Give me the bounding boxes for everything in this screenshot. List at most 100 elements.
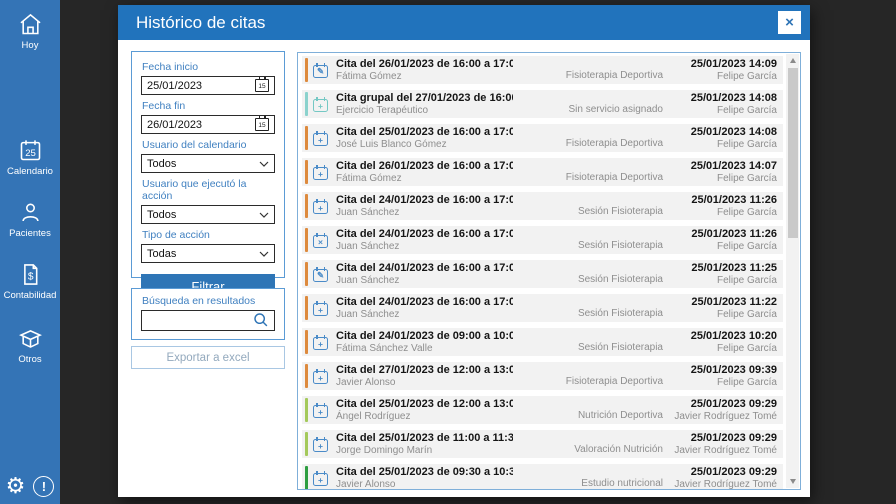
appointment-row[interactable]: + Cita del 24/01/2023 de 09:00 a 10:00 c… [302,328,783,356]
patients-icon [0,199,60,226]
search-input[interactable] [141,310,275,331]
appointment-user: Javier Rodríguez Tomé [674,444,777,456]
appointment-row[interactable]: ✎ Cita del 24/01/2023 de 16:00 a 17:00 m… [302,260,783,288]
appointment-person: Fátima Gómez [336,172,402,184]
appointment-calendar-icon: + [313,130,328,146]
date-picker-icon[interactable]: 15 [255,77,269,92]
appointment-user: Felipe García [716,206,777,218]
sidebar-item-otros[interactable]: Otros [0,325,60,365]
tipo-accion-select[interactable]: Todas [141,244,275,263]
fecha-inicio-value: 25/01/2023 [147,79,203,92]
sidebar-item-label: Contabilidad [3,290,57,301]
scroll-down-icon[interactable] [786,475,799,488]
appointment-datetime: 25/01/2023 11:25 [691,261,777,274]
appointment-title: Cita del 27/01/2023 de 12:00 a 13:00 cre… [336,363,513,376]
fecha-fin-input[interactable]: 26/01/2023 15 [141,115,275,134]
list-scrollbar[interactable] [786,54,799,488]
appointment-datetime: 25/01/2023 14:08 [690,125,777,138]
appointment-row[interactable]: + Cita del 24/01/2023 de 16:00 a 17:00 c… [302,192,783,220]
icon-action-symbol: + [318,134,323,145]
appointment-row[interactable]: + Cita del 25/01/2023 de 11:00 a 11:30 c… [302,430,783,458]
appointment-service: Sin servicio asignado [568,104,664,115]
appointment-title: Cita del 24/01/2023 de 16:00 a 17:00 eli… [336,227,513,240]
appointment-service: Fisioterapia Deportiva [565,138,663,149]
appointment-user: Javier Rodríguez Tomé [674,410,777,422]
appointment-title: Cita del 25/01/2023 de 09:30 a 10:30 cre… [336,465,513,478]
appointment-user: Felipe García [716,342,777,354]
appointment-title: Cita del 24/01/2023 de 09:00 a 10:00 cre… [336,329,513,342]
appointment-row[interactable]: + Cita del 27/01/2023 de 12:00 a 13:00 c… [302,362,783,390]
usuario-accion-value: Todos [147,208,177,221]
icon-action-symbol: × [318,236,323,247]
row-accent-bar [305,466,308,489]
appointment-datetime: 25/01/2023 10:20 [690,329,777,342]
appointment-calendar-icon: + [313,402,328,418]
sidebar-item-label: Pacientes [9,228,51,239]
appointment-person: Ángel Rodríguez [336,410,411,422]
sidebar-item-pacientes[interactable]: Pacientes [0,199,60,239]
appointment-user: Felipe García [716,70,777,82]
list-panel: ✎ Cita del 26/01/2023 de 16:00 a 17:00 m… [297,52,801,490]
appointment-calendar-icon: + [313,300,328,316]
search-icon[interactable] [252,311,269,331]
appointment-datetime: 25/01/2023 09:29 [690,431,777,444]
appointment-datetime: 25/01/2023 14:07 [690,159,777,172]
row-accent-bar [305,296,308,320]
scrollbar-thumb[interactable] [787,68,798,238]
tipo-accion-value: Todas [147,247,177,260]
icon-action-symbol: + [318,168,323,179]
appointment-person: José Luis Blanco Gómez [336,138,447,150]
close-button[interactable]: × [778,11,801,34]
sidebar-item-label: Hoy [21,40,39,51]
sidebar-item-calendario[interactable]: 25 Calendario [0,137,60,177]
appointment-title: Cita del 24/01/2023 de 16:00 a 17:00 cre… [336,295,513,308]
icon-action-symbol: + [318,372,323,383]
usuario-calendario-select[interactable]: Todos [141,154,275,173]
appointment-list: ✎ Cita del 26/01/2023 de 16:00 a 17:00 m… [302,56,783,490]
exportar-excel-button[interactable]: Exportar a excel [131,346,285,369]
sidebar-item-contabilidad[interactable]: $ Contabilidad [0,261,60,301]
row-accent-bar [305,126,308,150]
appointment-user: Felipe García [716,240,777,252]
appointment-user: Felipe García [716,104,777,116]
appointment-service: Sesión Fisioterapia [577,308,663,319]
appointment-person: Javier Alonso [336,478,396,490]
about-exclamation-icon[interactable]: ! [33,475,55,497]
tipo-accion-label: Tipo de acción [142,229,210,241]
appointment-calendar-icon: + [313,164,328,180]
appointment-row[interactable]: + Cita del 25/01/2023 de 16:00 a 17:00 c… [302,124,783,152]
appointment-person: Juan Sánchez [336,240,400,252]
fecha-fin-label: Fecha fin [142,100,186,112]
appointment-title: Cita del 26/01/2023 de 16:00 a 17:00 mod… [336,57,513,70]
icon-action-symbol: + [318,406,323,417]
sidebar: Hoy 25 Calendario Pacientes $ Contabilid… [0,0,60,504]
appointment-calendar-icon: + [313,96,328,112]
icon-action-symbol: + [318,474,323,485]
appointment-service: Estudio nutricional [581,478,663,489]
appointment-person: Fátima Sánchez Valle [336,342,433,354]
appointment-row[interactable]: + Cita del 24/01/2023 de 16:00 a 17:00 c… [302,294,783,322]
fecha-inicio-label: Fecha inicio [142,61,199,73]
usuario-accion-select[interactable]: Todos [141,205,275,224]
appointment-row[interactable]: + Cita del 26/01/2023 de 16:00 a 17:00 c… [302,158,783,186]
svg-text:25: 25 [25,148,36,159]
appointment-datetime: 25/01/2023 14:09 [690,57,777,70]
fecha-inicio-input[interactable]: 25/01/2023 15 [141,76,275,95]
appointment-row[interactable]: + Cita grupal del 27/01/2023 de 16:00 a … [302,90,783,118]
appointment-person: Juan Sánchez [336,308,400,320]
appointment-row[interactable]: × Cita del 24/01/2023 de 16:00 a 17:00 e… [302,226,783,254]
others-box-icon [0,325,60,352]
appointment-calendar-icon: + [313,436,328,452]
chevron-down-icon [259,209,269,221]
date-picker-icon[interactable]: 15 [255,116,269,131]
appointment-row[interactable]: + Cita del 25/01/2023 de 09:30 a 10:30 c… [302,464,783,490]
sidebar-item-hoy[interactable]: Hoy [0,11,60,51]
appointment-service: Nutrición Deportiva [577,410,663,421]
settings-gear-icon[interactable]: ⚙ [6,475,26,497]
filter-panel: Fecha inicio 25/01/2023 15 Fecha fin 26/… [131,51,285,298]
appointment-title: Cita del 25/01/2023 de 16:00 a 17:00 cre… [336,125,513,138]
appointment-row[interactable]: ✎ Cita del 26/01/2023 de 16:00 a 17:00 m… [302,56,783,84]
appointment-row[interactable]: + Cita del 25/01/2023 de 12:00 a 13:00 c… [302,396,783,424]
window-titlebar: Histórico de citas × [118,5,810,40]
scroll-up-icon[interactable] [786,54,799,67]
